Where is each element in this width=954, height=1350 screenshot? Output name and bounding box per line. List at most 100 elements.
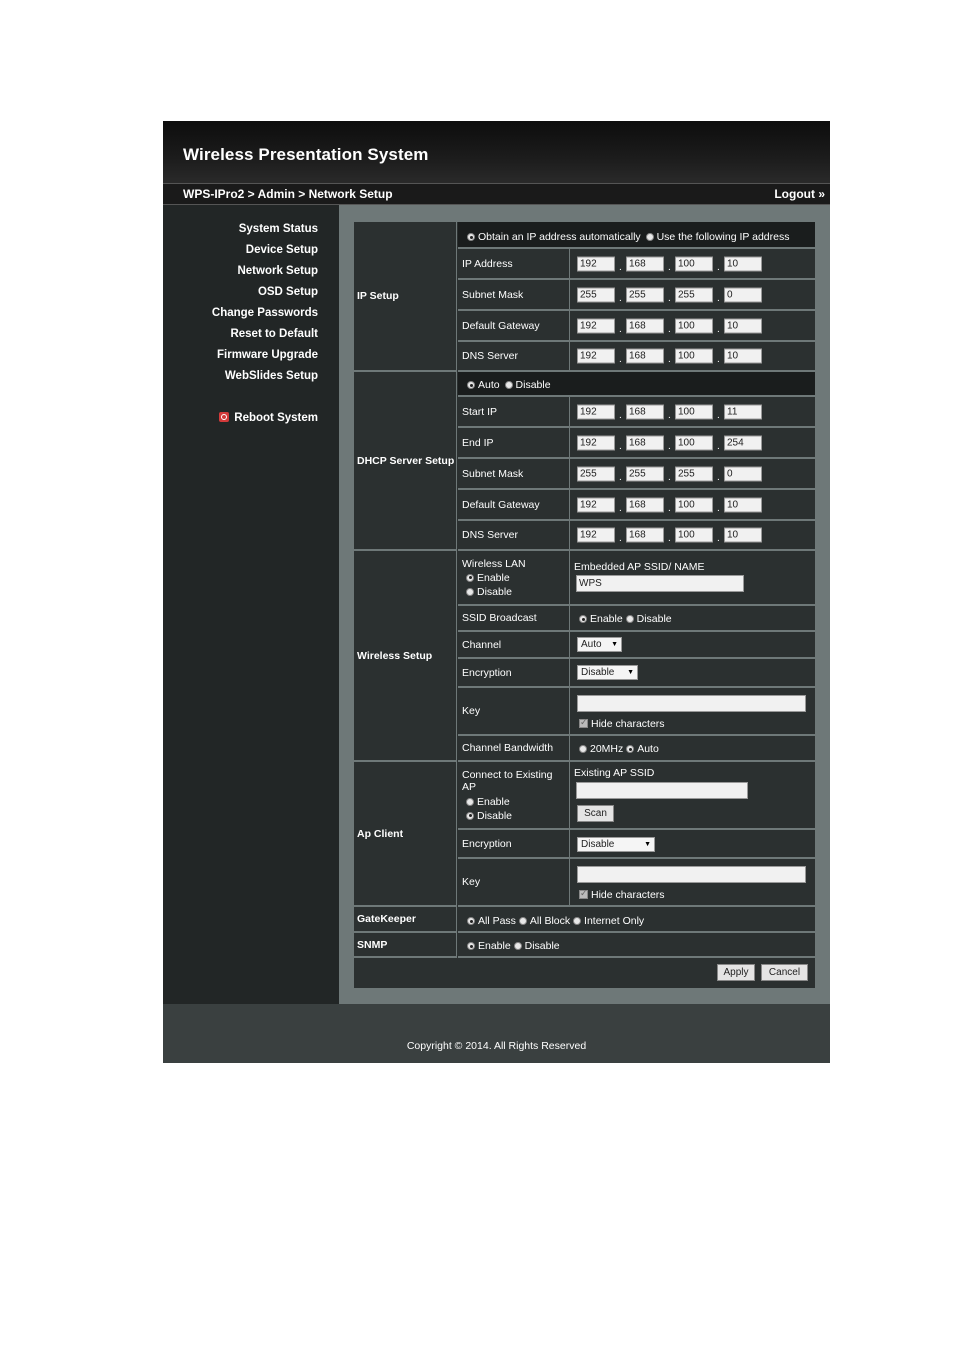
sidebar-item-network-setup[interactable]: Network Setup: [237, 265, 318, 277]
channel-select[interactable]: Auto ▼: [577, 637, 622, 652]
dhcp-dns-octet-4[interactable]: 10: [724, 527, 762, 543]
dhcp-end-row: End IP 192. 168. 100. 254: [458, 428, 815, 459]
ip-address-octet-3[interactable]: 100: [675, 256, 713, 271]
radio-snmp-disable[interactable]: [513, 942, 522, 950]
radio-wlan-enable[interactable]: [466, 573, 474, 582]
dhcp-subnet-octet-1[interactable]: 255: [577, 466, 615, 481]
radio-all-pass[interactable]: [467, 917, 475, 925]
dns-octet-1[interactable]: 192: [577, 348, 615, 364]
end-ip-octet-2[interactable]: 168: [626, 435, 664, 450]
section-wireless: Wireless Setup: [354, 551, 457, 762]
radio-snmp-enable[interactable]: [467, 942, 475, 950]
dhcp-gateway-octet-4[interactable]: 10: [724, 497, 762, 512]
dhcp-gateway-octet-3[interactable]: 100: [675, 497, 713, 512]
hide-characters-checkbox[interactable]: [579, 717, 588, 728]
end-ip-octet-3[interactable]: 100: [675, 435, 713, 450]
subnet-octet-4[interactable]: 0: [724, 287, 762, 302]
dhcp-gateway-octet-1[interactable]: 192: [577, 497, 615, 512]
ip-address-octet-4[interactable]: 10: [724, 256, 762, 271]
label-dhcp-auto: Auto: [478, 379, 500, 391]
radio-broadcast-disable[interactable]: [625, 615, 634, 623]
dns-octet-2[interactable]: 168: [626, 348, 664, 364]
encryption-select[interactable]: Disable ▼: [577, 665, 638, 680]
breadcrumb-bar: WPS-IPro2 > Admin > Network Setup Logout…: [163, 183, 830, 205]
sidebar-item-osd-setup[interactable]: OSD Setup: [258, 286, 318, 298]
radio-ap-enable[interactable]: [466, 797, 474, 806]
channel-row: Channel Auto ▼: [458, 632, 815, 659]
dhcp-gateway-octet-2[interactable]: 168: [626, 497, 664, 512]
sidebar-item-change-passwords[interactable]: Change Passwords: [212, 307, 318, 319]
dhcp-dns-octet-2[interactable]: 168: [626, 527, 664, 543]
ap-encryption-select[interactable]: Disable ▼: [577, 837, 655, 852]
label-wlan-enable: Enable: [477, 571, 510, 584]
start-ip-octet-1[interactable]: 192: [577, 404, 615, 419]
key-input[interactable]: [577, 695, 806, 712]
dns-label: DNS Server: [458, 342, 570, 370]
subnet-mask-label: Subnet Mask: [458, 280, 570, 309]
dhcp-dns-octet-3[interactable]: 100: [675, 527, 713, 543]
existing-ssid-input[interactable]: [576, 782, 748, 799]
gateway-octet-4[interactable]: 10: [724, 318, 762, 333]
section-gatekeeper: GateKeeper: [354, 907, 457, 933]
radio-obtain-auto[interactable]: [467, 233, 475, 241]
ap-hide-characters-checkbox[interactable]: [579, 888, 588, 899]
gatekeeper-row: All Pass All Block Internet Only: [458, 907, 815, 933]
gateway-octet-1[interactable]: 192: [577, 318, 615, 333]
wlan-row: Wireless LAN Enable Disable Embedded AP …: [458, 551, 815, 606]
dns-octet-4[interactable]: 10: [724, 348, 762, 364]
radio-wlan-disable[interactable]: [466, 587, 474, 596]
radio-dhcp-auto[interactable]: [467, 381, 475, 389]
radio-use-following[interactable]: [645, 233, 654, 241]
end-ip-octet-4[interactable]: 254: [724, 435, 762, 450]
gateway-label: Default Gateway: [458, 311, 570, 340]
label-all-block: All Block: [529, 915, 571, 927]
logout-link[interactable]: Logout »: [774, 187, 825, 201]
dhcp-mode-row: Auto Disable: [458, 372, 815, 397]
ap-key-input[interactable]: [577, 866, 806, 883]
radio-dhcp-disable[interactable]: [504, 381, 513, 389]
ssid-broadcast-row: SSID Broadcast Enable Disable: [458, 606, 815, 632]
ap-hide-characters-label: Hide characters: [591, 889, 665, 901]
app-title: Wireless Presentation System: [183, 145, 429, 164]
radio-all-block[interactable]: [518, 917, 527, 925]
dns-octet-3[interactable]: 100: [675, 348, 713, 364]
sidebar-item-webslides-setup[interactable]: WebSlides Setup: [225, 370, 318, 382]
dhcp-subnet-octet-4[interactable]: 0: [724, 466, 762, 481]
gateway-octet-3[interactable]: 100: [675, 318, 713, 333]
sidebar-item-firmware-upgrade[interactable]: Firmware Upgrade: [217, 349, 318, 361]
reboot-system-link[interactable]: Reboot System: [219, 412, 318, 424]
radio-broadcast-enable[interactable]: [579, 615, 587, 623]
radio-bw-auto[interactable]: [626, 745, 635, 753]
end-ip-octet-1[interactable]: 192: [577, 435, 615, 450]
subnet-octet-3[interactable]: 255: [675, 287, 713, 302]
start-ip-octet-4[interactable]: 11: [724, 404, 762, 419]
app-header: Wireless Presentation System: [163, 121, 830, 183]
ap-key-row: Key Hide characters: [458, 859, 815, 907]
power-icon: [219, 412, 230, 422]
subnet-octet-1[interactable]: 255: [577, 287, 615, 302]
subnet-octet-2[interactable]: 255: [626, 287, 664, 302]
ap-encryption-row: Encryption Disable ▼: [458, 830, 815, 859]
radio-internet-only[interactable]: [573, 917, 582, 925]
encryption-label: Encryption: [458, 659, 570, 686]
start-ip-octet-3[interactable]: 100: [675, 404, 713, 419]
start-ip-octet-2[interactable]: 168: [626, 404, 664, 419]
ip-address-octet-2[interactable]: 168: [626, 256, 664, 271]
dhcp-subnet-octet-3[interactable]: 255: [675, 466, 713, 481]
gateway-octet-2[interactable]: 168: [626, 318, 664, 333]
dhcp-subnet-octet-2[interactable]: 255: [626, 466, 664, 481]
radio-ap-disable[interactable]: [466, 811, 474, 820]
radio-bw-20mhz[interactable]: [579, 745, 587, 753]
label-snmp-disable: Disable: [524, 940, 560, 952]
dhcp-dns-octet-1[interactable]: 192: [577, 527, 615, 543]
sidebar-item-system-status[interactable]: System Status: [239, 223, 318, 235]
sidebar-item-reset-to-default[interactable]: Reset to Default: [230, 328, 318, 340]
cancel-button[interactable]: Cancel: [761, 964, 808, 981]
scan-button[interactable]: Scan: [577, 805, 614, 822]
label-broadcast-disable: Disable: [636, 613, 672, 625]
ip-address-label: IP Address: [458, 249, 570, 278]
ip-address-octet-1[interactable]: 192: [577, 256, 615, 271]
apply-button[interactable]: Apply: [717, 964, 755, 981]
ssid-input[interactable]: WPS: [576, 575, 744, 592]
sidebar-item-device-setup[interactable]: Device Setup: [246, 244, 318, 256]
